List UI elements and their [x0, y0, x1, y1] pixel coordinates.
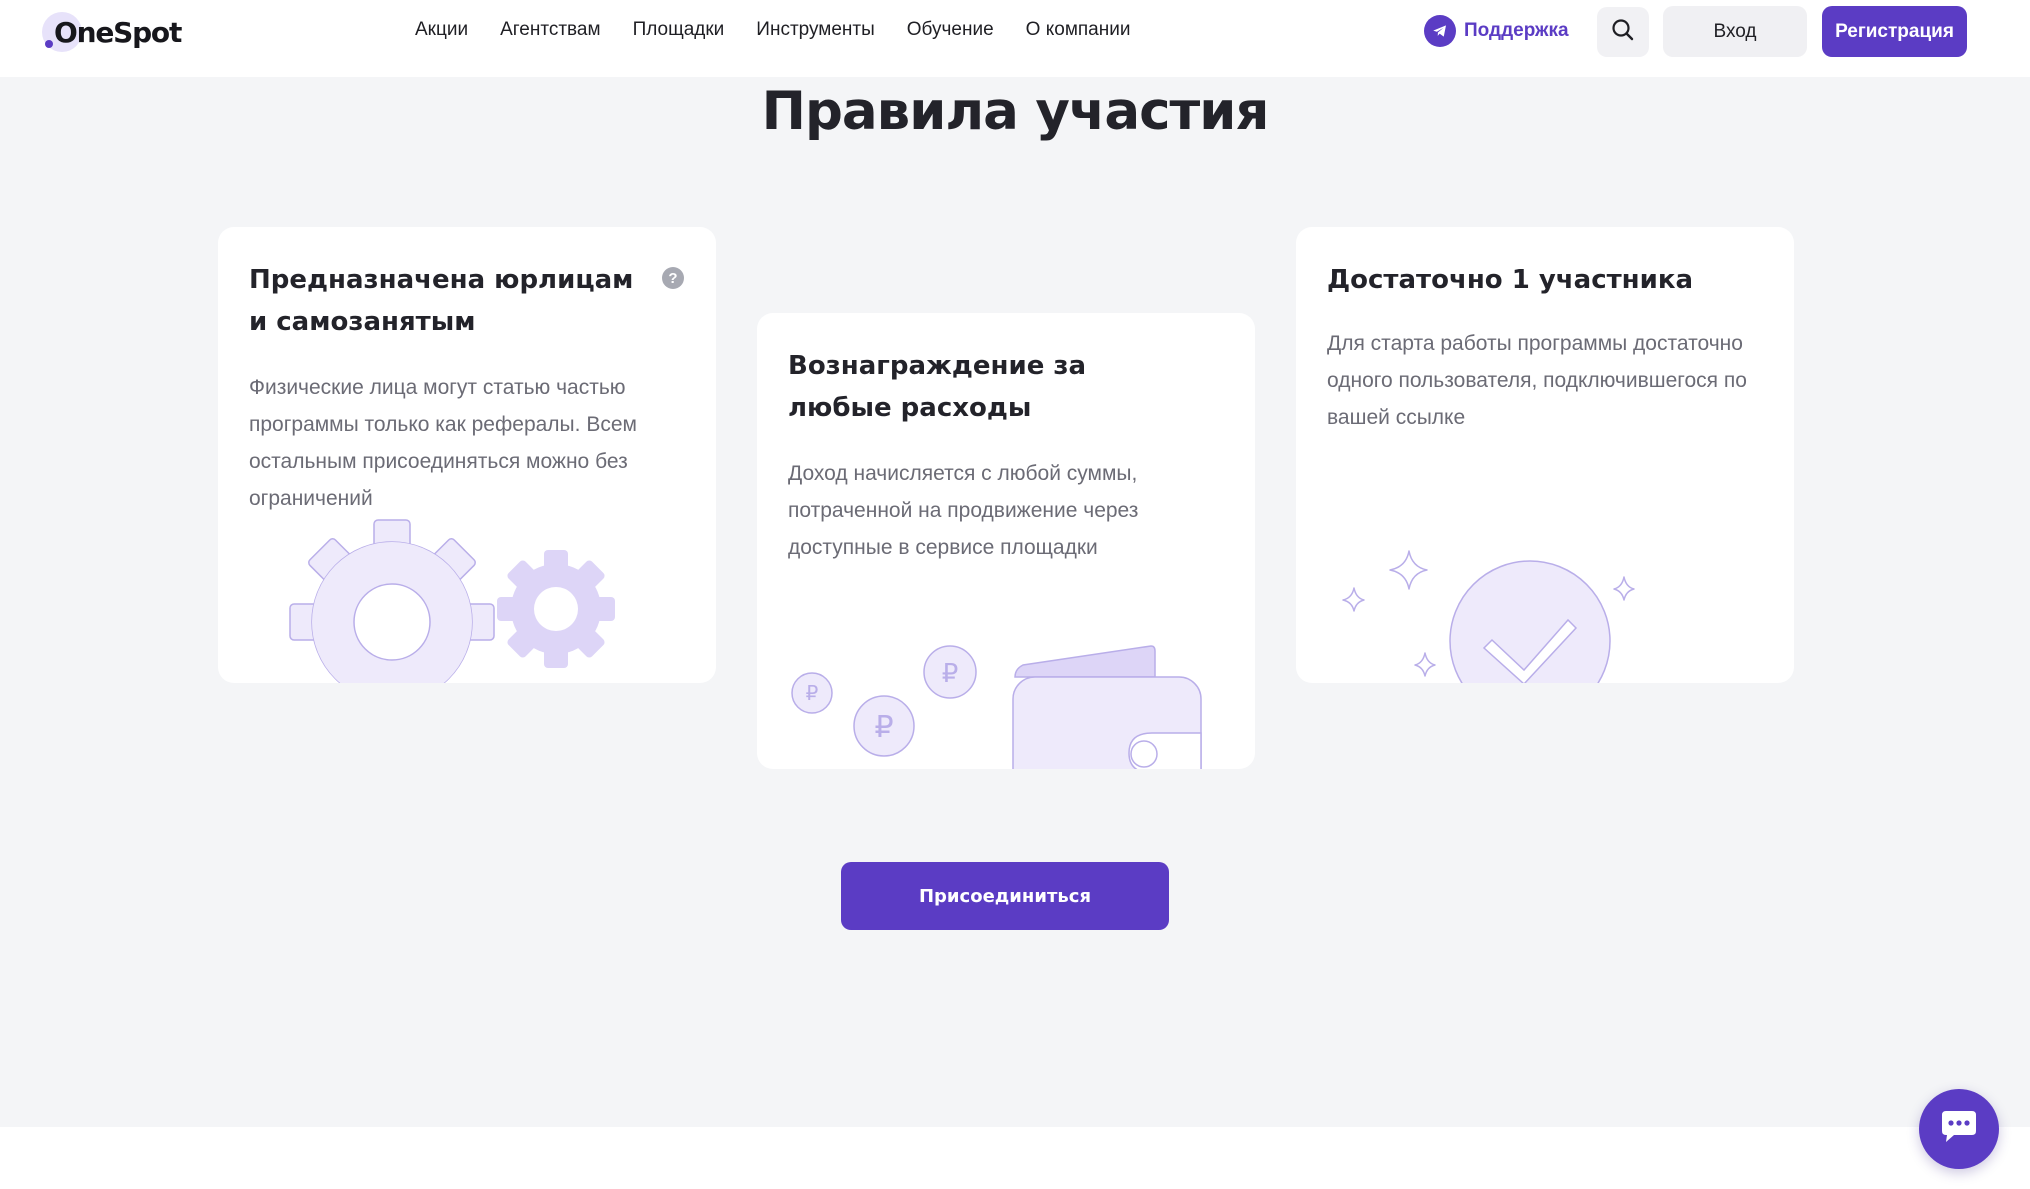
logo-text: OneSpot [54, 15, 182, 49]
rules-section: Правила участия Предназначена юрлицам и … [0, 77, 2030, 1127]
logo[interactable]: OneSpot [42, 10, 182, 54]
wallet-icon: ₽ ₽ ₽ [791, 645, 1202, 769]
nav-item-about[interactable]: О компании [1026, 16, 1131, 44]
checkmark-icon [1342, 550, 1635, 683]
nav-item-learning[interactable]: Обучение [907, 16, 994, 44]
nav-item-agencies[interactable]: Агентствам [500, 16, 600, 44]
nav-item-promotions[interactable]: Акции [415, 16, 468, 44]
support-link[interactable]: Поддержка [1424, 15, 1569, 47]
support-label: Поддержка [1464, 20, 1569, 41]
search-button[interactable] [1597, 7, 1649, 57]
chat-button[interactable] [1919, 1089, 1999, 1169]
rule-card-one-participant: Достаточно 1 участника Для старта работы… [1296, 227, 1794, 683]
login-button[interactable]: Вход [1663, 6, 1807, 57]
coin-symbol: ₽ [806, 681, 819, 705]
main-nav: Акции Агентствам Площадки Инструменты Об… [415, 16, 1162, 44]
nav-item-platforms[interactable]: Площадки [633, 16, 725, 44]
search-icon [1610, 17, 1636, 47]
rule-card-reward: Вознаграждение за любые расходы Доход на… [757, 313, 1255, 769]
section-title: Правила участия [761, 81, 1270, 142]
chat-icon [1938, 1107, 1980, 1151]
telegram-icon [1424, 15, 1456, 47]
gears-icon [289, 519, 615, 683]
coin-symbol: ₽ [942, 659, 959, 689]
site-header: OneSpot Акции Агентствам Площадки Инстру… [0, 0, 2030, 77]
coin-symbol: ₽ [874, 710, 893, 745]
register-button[interactable]: Регистрация [1822, 6, 1967, 57]
nav-item-tools[interactable]: Инструменты [756, 16, 874, 44]
join-button[interactable]: Присоединиться [841, 862, 1169, 930]
rule-card-legal-entities: Предназначена юрлицам и самозанятым ? Фи… [218, 227, 716, 683]
